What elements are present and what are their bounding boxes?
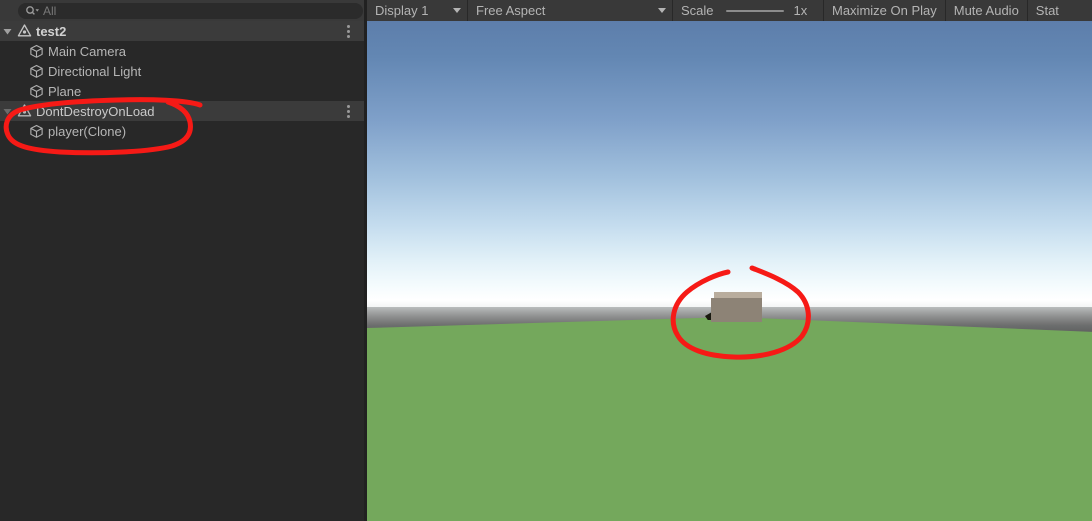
cube-front-face <box>711 298 762 322</box>
display-dropdown[interactable]: Display 1 <box>367 0 467 21</box>
hierarchy-row-label: test2 <box>36 23 67 39</box>
hierarchy-row-scene-test2[interactable]: test2 <box>0 21 366 41</box>
hierarchy-row-label: player(Clone) <box>48 123 127 139</box>
player-cube-object <box>711 292 762 322</box>
search-input-value: All <box>43 4 57 18</box>
foldout-arrow-icon[interactable] <box>0 101 14 121</box>
scale-slider-group[interactable]: Scale 1x <box>673 0 823 21</box>
hierarchy-row-scene-dontdestroyonload[interactable]: DontDestroyOnLoad <box>0 101 366 121</box>
hierarchy-row-player-clone[interactable]: player(Clone) <box>0 121 366 141</box>
unity-scene-icon <box>14 21 34 41</box>
hierarchy-panel: All test2 Main Camera Directional Light … <box>0 0 366 521</box>
chevron-down-icon <box>658 8 666 13</box>
hierarchy-row-plane[interactable]: Plane <box>0 81 366 101</box>
scale-slider[interactable] <box>725 9 784 12</box>
foldout-arrow-icon[interactable] <box>0 21 14 41</box>
scale-value: 1x <box>793 3 808 18</box>
mute-audio-label: Mute Audio <box>953 3 1019 18</box>
aspect-ratio-label: Free Aspect <box>476 3 546 18</box>
hierarchy-tree[interactable]: test2 Main Camera Directional Light Plan… <box>0 21 366 521</box>
maximize-on-play-button[interactable]: Maximize On Play <box>824 0 945 21</box>
stats-label: Stat <box>1035 3 1059 18</box>
display-dropdown-label: Display 1 <box>375 3 429 18</box>
unity-scene-icon <box>14 101 34 121</box>
row-context-menu-icon[interactable] <box>343 21 353 41</box>
row-context-menu-icon[interactable] <box>343 101 353 121</box>
hierarchy-search-toolbar: All <box>0 0 366 21</box>
game-view-toolbar: Display 1 Free Aspect Scale 1x Maximize … <box>367 0 1092 21</box>
aspect-ratio-dropdown[interactable]: Free Aspect <box>468 0 672 21</box>
chevron-down-icon <box>453 8 461 13</box>
search-input[interactable]: All <box>18 3 363 19</box>
scale-label: Scale <box>681 3 714 18</box>
stats-button[interactable]: Stat <box>1028 0 1067 21</box>
gameobject-cube-icon <box>26 121 46 141</box>
hierarchy-row-label: Directional Light <box>48 63 142 79</box>
skybox-gradient <box>367 21 1092 321</box>
gameobject-cube-icon <box>26 61 46 81</box>
hierarchy-row-label: DontDestroyOnLoad <box>36 103 155 119</box>
unity-editor-window: All test2 Main Camera Directional Light … <box>0 0 1092 521</box>
hierarchy-row-label: Main Camera <box>48 43 127 59</box>
mute-audio-button[interactable]: Mute Audio <box>946 0 1027 21</box>
hierarchy-row-directional-light[interactable]: Directional Light <box>0 61 366 81</box>
maximize-on-play-label: Maximize On Play <box>832 3 937 18</box>
hierarchy-row-main-camera[interactable]: Main Camera <box>0 41 366 61</box>
hierarchy-row-label: Plane <box>48 83 82 99</box>
gameobject-cube-icon <box>26 81 46 101</box>
game-view-viewport[interactable] <box>367 21 1092 521</box>
search-icon[interactable] <box>25 5 41 17</box>
gameobject-cube-icon <box>26 41 46 61</box>
